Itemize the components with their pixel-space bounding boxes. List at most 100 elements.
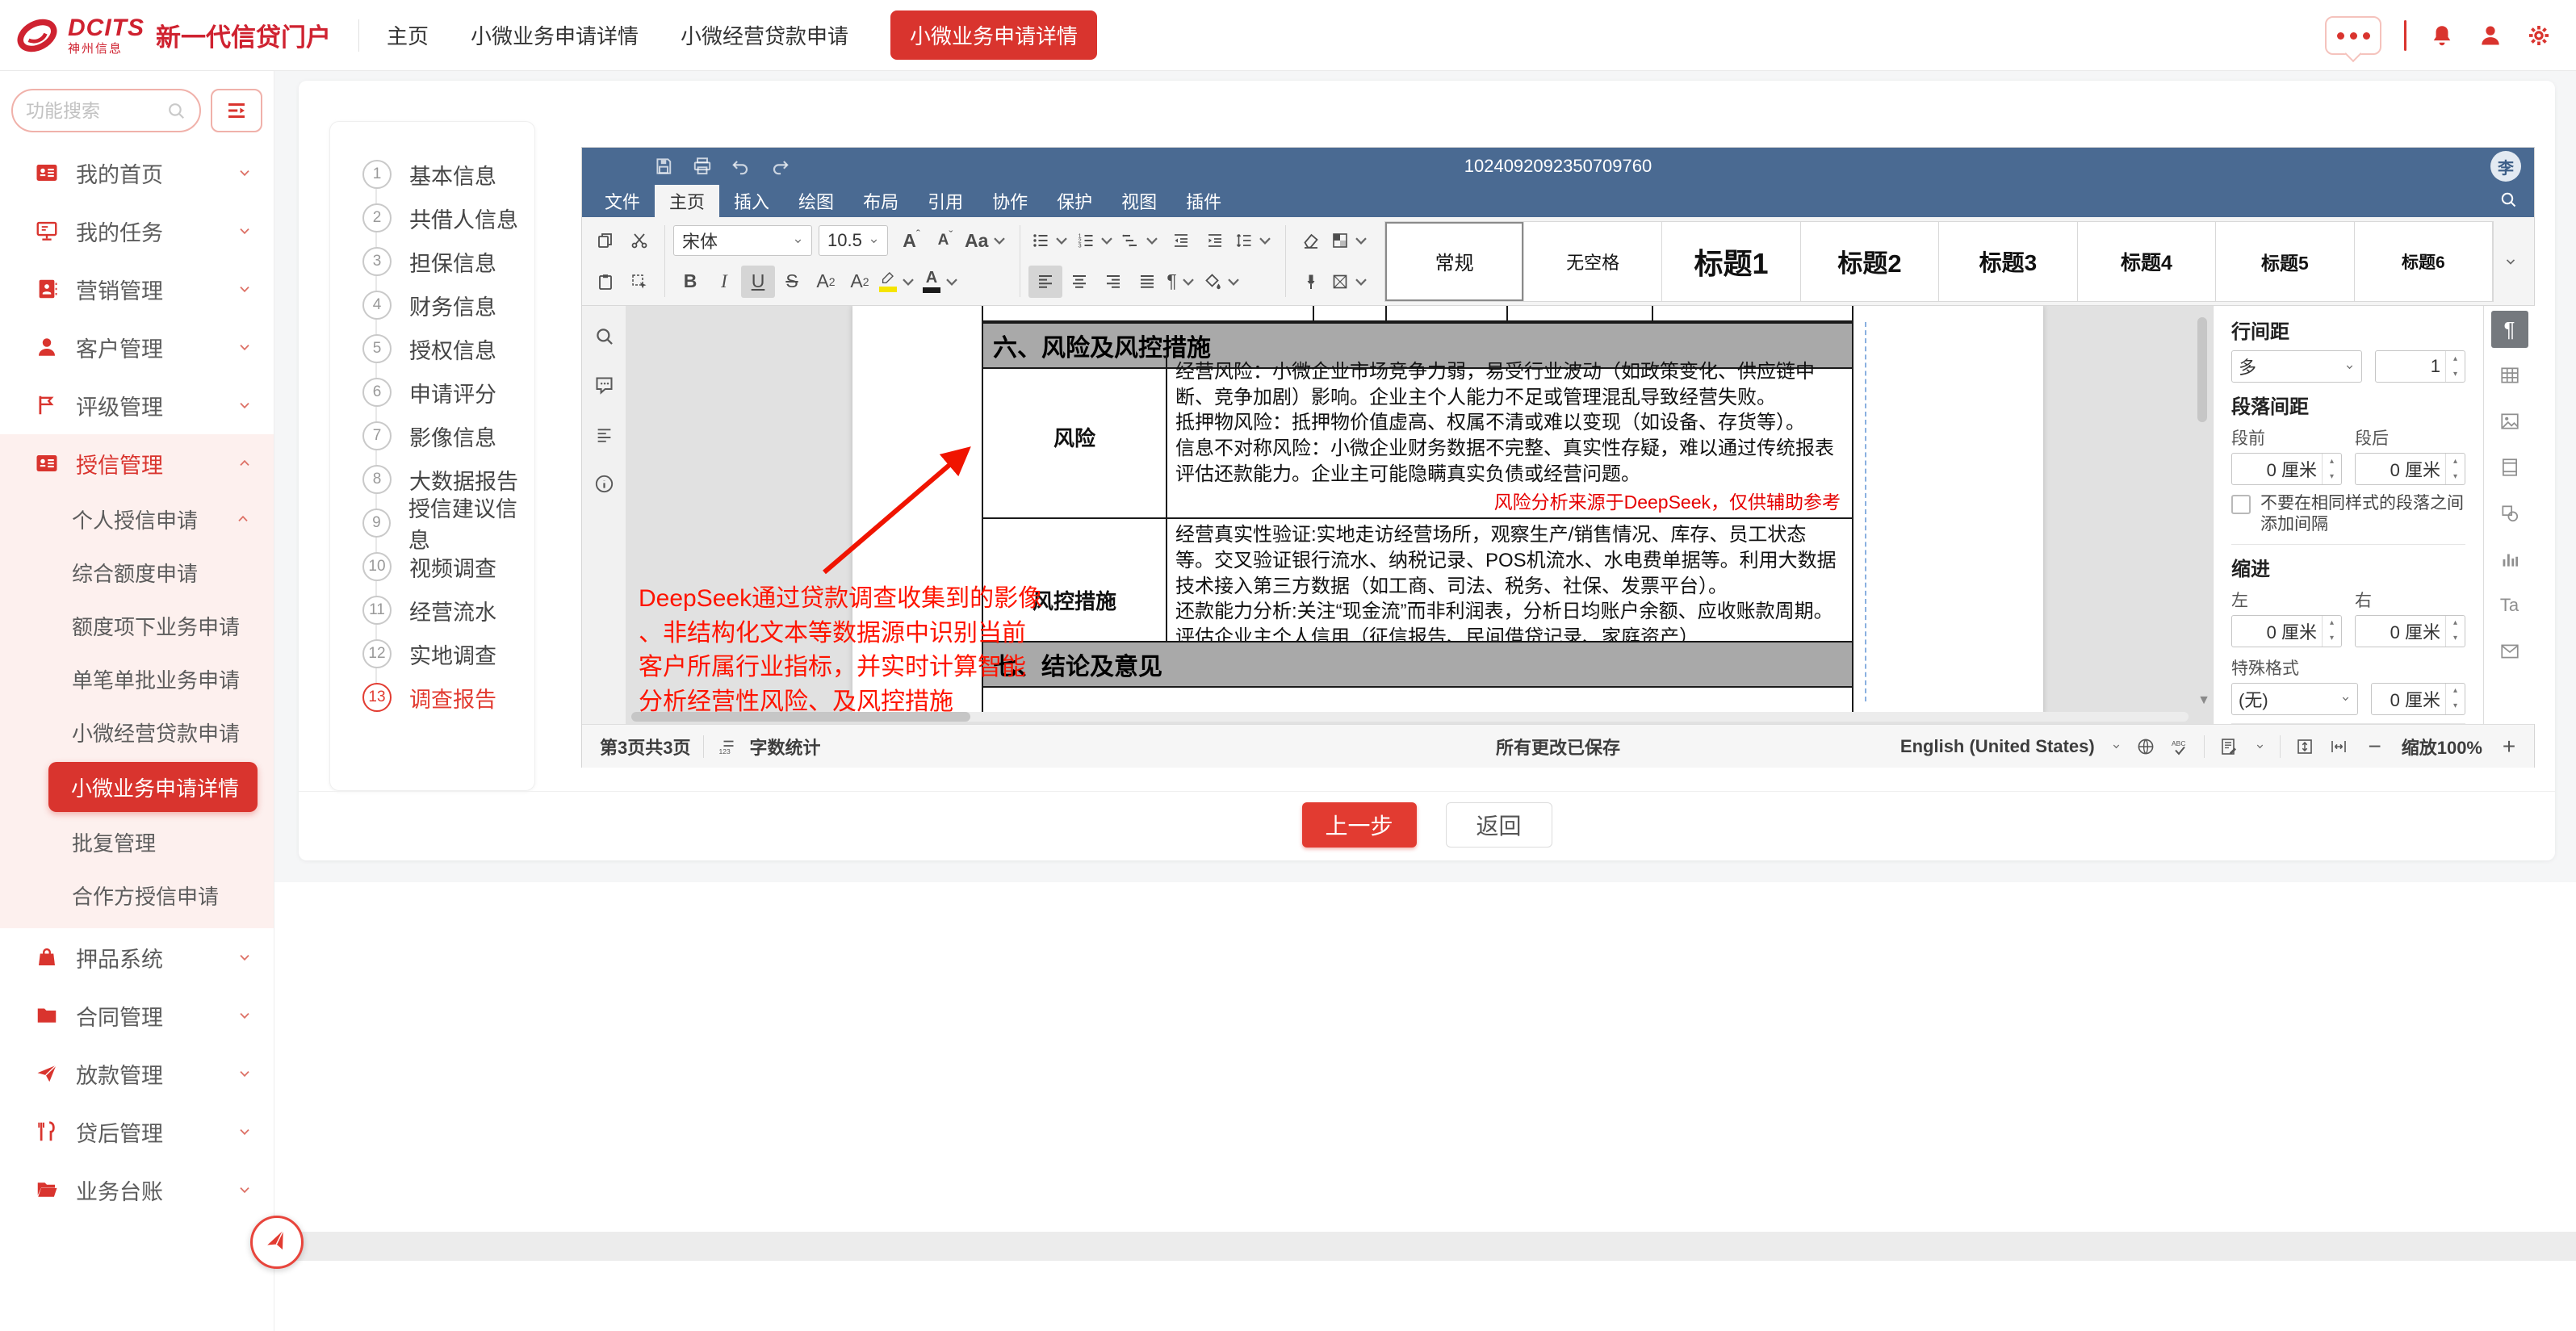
special-format-stepper[interactable]: 0 厘米▴▾: [2371, 683, 2465, 715]
shading-fill-button[interactable]: [1200, 266, 1246, 298]
paragraph-settings-icon[interactable]: ¶: [2491, 311, 2528, 348]
sidebar-subitem[interactable]: 综合额度申请: [0, 546, 274, 599]
set-language-icon[interactable]: [2136, 737, 2155, 756]
style-option[interactable]: 标题1: [1662, 222, 1800, 301]
header-tab[interactable]: 小微业务申请详情: [471, 20, 639, 50]
style-option[interactable]: 标题3: [1939, 222, 2077, 301]
text-art-settings-icon[interactable]: Ta: [2491, 587, 2528, 624]
sidebar-item[interactable]: 营销管理: [0, 260, 274, 318]
shape-settings-icon[interactable]: [2491, 495, 2528, 532]
conclusion-paragraph[interactable]: 调查结论：经调查，建议为客户 李明月 办理 消费 贷款，金额 1000 元，期限…: [982, 678, 1853, 714]
stepper-step[interactable]: 3 担保信息: [330, 240, 534, 283]
stepper-step[interactable]: 2 共借人信息: [330, 196, 534, 240]
numbered-list-button[interactable]: 123: [1074, 224, 1119, 257]
stepper-step[interactable]: 6 申请评分: [330, 370, 534, 414]
sidebar-item[interactable]: 合同管理: [0, 986, 274, 1044]
stepper-step[interactable]: 10 视频调查: [330, 545, 534, 588]
floating-assistant-button[interactable]: [250, 1216, 304, 1269]
editor-menu-tab[interactable]: 插件: [1171, 185, 1236, 217]
decrease-font-button[interactable]: Aˇ: [928, 224, 962, 257]
style-option[interactable]: 标题5: [2216, 222, 2354, 301]
sidebar-item[interactable]: 押品系统: [0, 928, 274, 986]
editor-menu-tab[interactable]: 插入: [719, 185, 784, 217]
increase-font-button[interactable]: Aˆ: [894, 224, 928, 257]
header-tab[interactable]: 主页: [387, 20, 429, 50]
sidebar-item[interactable]: 业务台账: [0, 1161, 274, 1219]
bold-button[interactable]: B: [673, 266, 707, 298]
change-case-button[interactable]: Aa: [962, 224, 1012, 257]
line-spacing-button[interactable]: [1232, 224, 1277, 257]
stepper-step[interactable]: 9 授信建议信息: [330, 501, 534, 545]
vertical-scrollbar-thumb[interactable]: [2197, 317, 2207, 422]
editor-menu-tab[interactable]: 文件: [590, 185, 655, 217]
decrease-indent-button[interactable]: [1164, 224, 1198, 257]
stepper-step[interactable]: 7 影像信息: [330, 414, 534, 458]
copy-button[interactable]: [589, 224, 622, 257]
header-tab[interactable]: 小微经营贷款申请: [681, 20, 848, 50]
sidebar-item[interactable]: 我的任务: [0, 202, 274, 260]
mail-merge-icon[interactable]: [2491, 633, 2528, 670]
align-left-button[interactable]: [1028, 266, 1062, 298]
user-profile-icon[interactable]: [2478, 23, 2503, 48]
stepper-step[interactable]: 11 经营流水: [330, 588, 534, 632]
style-option[interactable]: 标题6: [2355, 222, 2493, 301]
format-painter-button[interactable]: [1294, 266, 1328, 298]
fit-width-icon[interactable]: [2329, 737, 2348, 756]
indent-left-stepper[interactable]: 0 厘米▴▾: [2231, 615, 2342, 647]
header-tab[interactable]: 小微业务申请详情: [890, 10, 1097, 60]
find-icon[interactable]: [593, 325, 615, 347]
align-justify-button[interactable]: [1130, 266, 1164, 298]
borders-button[interactable]: [1328, 266, 1373, 298]
line-spacing-select[interactable]: 多: [2231, 350, 2362, 383]
sidebar-item[interactable]: 评级管理: [0, 376, 274, 434]
sidebar-subitem[interactable]: 合作方授信申请: [0, 868, 274, 922]
sidebar-subitem[interactable]: 单笔单批业务申请: [0, 652, 274, 705]
return-button[interactable]: 返回: [1446, 802, 1552, 848]
style-option[interactable]: 常规: [1385, 222, 1523, 301]
no-gap-checkbox[interactable]: [2231, 495, 2251, 514]
image-settings-icon[interactable]: [2491, 403, 2528, 440]
editor-menu-tab[interactable]: 保护: [1042, 185, 1107, 217]
settings-gear-icon[interactable]: [2526, 23, 2552, 48]
editor-menu-tab[interactable]: 协作: [978, 185, 1042, 217]
editor-search-icon[interactable]: [2499, 190, 2518, 209]
sidebar-subitem[interactable]: 批复管理: [0, 815, 274, 868]
strikethrough-button[interactable]: S: [775, 266, 809, 298]
align-right-button[interactable]: [1096, 266, 1130, 298]
cut-button[interactable]: [622, 224, 656, 257]
highlight-color-button[interactable]: [877, 266, 920, 298]
language-selector[interactable]: English (United States): [1900, 736, 2095, 757]
avatar[interactable]: 李: [2490, 151, 2521, 182]
sidebar-item-credit-management[interactable]: 授信管理: [0, 434, 274, 492]
zoom-in-button[interactable]: +: [2497, 734, 2521, 760]
select-button[interactable]: [622, 266, 656, 298]
editor-menu-tab[interactable]: 绘图: [784, 185, 848, 217]
spellcheck-icon[interactable]: ABC: [2170, 737, 2189, 756]
underline-button[interactable]: U: [741, 266, 775, 298]
editor-menu-tab[interactable]: 布局: [848, 185, 913, 217]
function-search-input[interactable]: [26, 100, 165, 122]
more-messages-button[interactable]: [2325, 16, 2381, 55]
special-format-select[interactable]: (无): [2231, 683, 2358, 715]
stepper-step[interactable]: 4 财务信息: [330, 283, 534, 327]
font-size-select[interactable]: 10.5: [819, 225, 888, 256]
bullet-list-button[interactable]: [1028, 224, 1074, 257]
notification-bell-icon[interactable]: [2429, 23, 2455, 48]
increase-indent-button[interactable]: [1198, 224, 1232, 257]
horizontal-scrollbar-thumb[interactable]: [631, 712, 970, 722]
spacing-after-stepper[interactable]: 0 厘米▴▾: [2355, 453, 2465, 485]
style-option[interactable]: 标题2: [1801, 222, 1939, 301]
stepper-step[interactable]: 12 实地调查: [330, 632, 534, 676]
vertical-scrollbar[interactable]: [2197, 312, 2207, 684]
editor-menu-tab[interactable]: 视图: [1107, 185, 1171, 217]
sidebar-subitem[interactable]: 个人授信申请: [0, 492, 274, 546]
subscript-button[interactable]: A2: [843, 266, 877, 298]
sidebar-subitem[interactable]: 额度项下业务申请: [0, 599, 274, 652]
italic-button[interactable]: I: [707, 266, 741, 298]
editor-menu-tab[interactable]: 引用: [913, 185, 978, 217]
sidebar-subitem[interactable]: 小微经营贷款申请: [0, 705, 274, 759]
about-info-icon[interactable]: [593, 473, 615, 495]
spacing-before-stepper[interactable]: 0 厘米▴▾: [2231, 453, 2342, 485]
comments-icon[interactable]: [593, 375, 615, 396]
font-color-button[interactable]: A: [920, 266, 964, 298]
